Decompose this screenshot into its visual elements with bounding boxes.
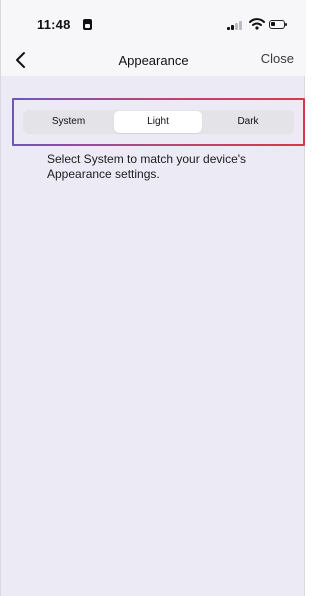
status-time: 11:48: [37, 17, 71, 32]
appearance-option-system[interactable]: System: [25, 111, 112, 133]
appearance-segmented-control: System Light Dark: [23, 110, 294, 134]
navigation-bar: Appearance Close: [1, 44, 306, 76]
sim-card-icon: [83, 19, 92, 30]
status-bar: 11:48: [1, 0, 306, 44]
app-screen: 11:48 Appearance Close System Light Dark: [0, 0, 306, 596]
cellular-signal-icon: [227, 20, 245, 30]
appearance-option-dark[interactable]: Dark: [204, 111, 292, 133]
appearance-help-text: Select System to match your device's App…: [47, 152, 247, 181]
appearance-option-light[interactable]: Light: [114, 111, 202, 133]
wifi-icon: [249, 18, 265, 30]
close-button[interactable]: Close: [261, 51, 294, 66]
battery-icon: [269, 20, 287, 29]
